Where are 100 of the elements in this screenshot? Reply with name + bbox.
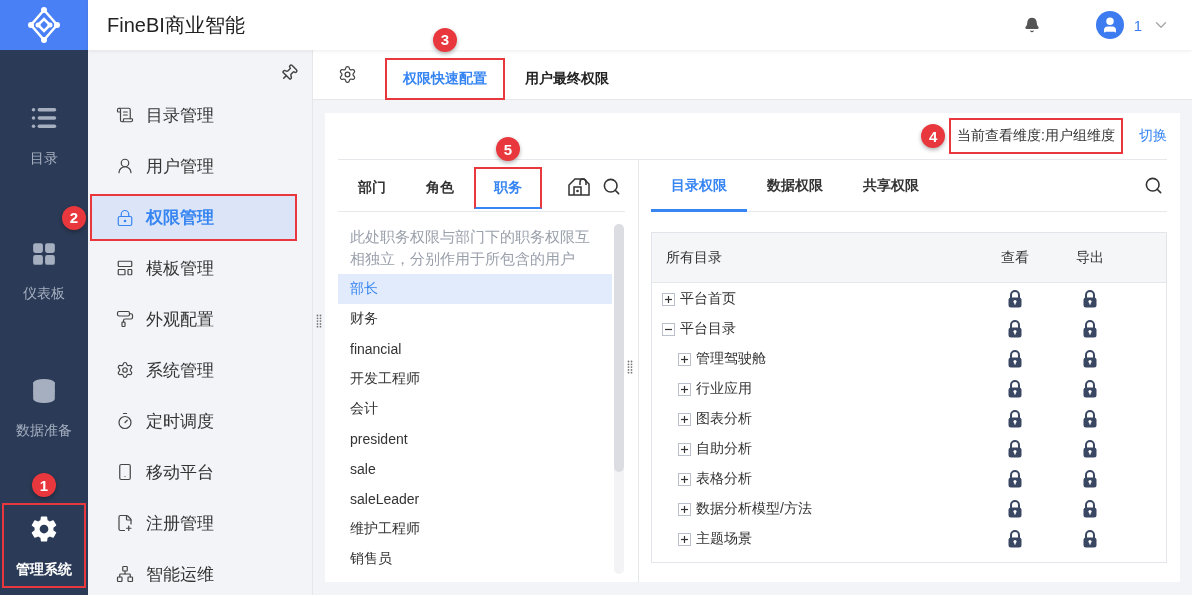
tree-row[interactable]: 自助分析 <box>652 434 1166 464</box>
tree-row[interactable]: 数据分析模型/方法 <box>652 494 1166 524</box>
menu-item[interactable]: 系统管理 <box>90 350 297 390</box>
tree-row[interactable]: 管理驾驶舱 <box>652 344 1166 374</box>
tree-row[interactable]: 平台目录 <box>652 314 1166 344</box>
lock-icon[interactable] <box>1007 440 1022 458</box>
menu-item[interactable]: 定时调度 <box>90 401 297 441</box>
lock-icon[interactable] <box>1007 410 1022 428</box>
folder-name: 自助分析 <box>696 440 752 458</box>
annotation-marker: 4 <box>921 124 946 148</box>
expand-icon[interactable] <box>678 472 691 486</box>
menu-item[interactable]: 注册管理 <box>90 503 297 543</box>
network-icon <box>116 565 134 583</box>
house-lock-icon[interactable] <box>568 176 590 196</box>
menu-item[interactable]: 目录管理 <box>90 95 297 135</box>
list-item[interactable]: 财务 <box>338 304 612 334</box>
lock-icon[interactable] <box>1082 320 1097 338</box>
lock-icon[interactable] <box>1082 500 1097 518</box>
expand-icon[interactable] <box>678 532 691 546</box>
lock-icon[interactable] <box>1082 410 1097 428</box>
lock-icon[interactable] <box>1082 470 1097 488</box>
tree-row[interactable]: 平台首页 <box>652 284 1166 314</box>
timer-icon <box>116 412 134 430</box>
list-item[interactable]: 会计 <box>338 394 612 424</box>
avatar[interactable] <box>1095 11 1124 39</box>
lock-icon[interactable] <box>1082 290 1097 308</box>
tree-row[interactable]: 主题场景 <box>652 524 1166 554</box>
list-item[interactable]: 开发工程师 <box>338 364 612 394</box>
collapse-icon[interactable] <box>662 322 675 336</box>
lock-icon[interactable] <box>1007 320 1022 338</box>
list-item[interactable]: 维护工程师 <box>338 514 612 544</box>
expand-icon[interactable] <box>678 382 691 396</box>
expand-icon[interactable] <box>662 292 675 306</box>
annotation-marker: 1 <box>32 473 56 497</box>
group-tab[interactable]: 角色 <box>406 167 474 209</box>
folder-name: 图表分析 <box>696 410 752 428</box>
info-text: 此处职务权限与部门下的职务权限互相独立，分别作用于所包含的用户 <box>349 227 591 269</box>
folder-name: 表格分析 <box>696 470 752 488</box>
switch-link[interactable]: 切换 <box>1139 127 1167 145</box>
menu-item[interactable]: 智能运维 <box>90 554 297 594</box>
menu-item[interactable]: 移动平台 <box>90 452 297 492</box>
template-icon <box>116 259 134 277</box>
folder-name: 管理驾驶舱 <box>696 350 766 368</box>
scrollbar[interactable] <box>614 224 624 574</box>
folder-name: 行业应用 <box>696 380 752 398</box>
rail-item[interactable]: 目录 <box>2 92 86 177</box>
permission-tab[interactable]: 共享权限 <box>843 160 939 212</box>
grid-icon <box>31 241 57 267</box>
list-item[interactable]: 销售员 <box>338 544 612 574</box>
column-header: 导出 <box>1074 248 1105 267</box>
app-title: FineBI商业智能 <box>107 12 245 38</box>
lock-icon[interactable] <box>1082 440 1097 458</box>
lock-icon[interactable] <box>1082 380 1097 398</box>
list-item[interactable]: sale <box>338 454 612 484</box>
bell-icon[interactable] <box>1023 17 1040 33</box>
group-tab[interactable]: 部门 <box>338 167 406 209</box>
settings-icon <box>116 361 134 379</box>
lock-icon[interactable] <box>1007 350 1022 368</box>
expand-icon[interactable] <box>678 442 691 456</box>
folder-name: 平台首页 <box>680 290 736 308</box>
expand-icon[interactable] <box>678 502 691 516</box>
page-tab[interactable]: 用户最终权限 <box>507 57 627 100</box>
menu-item[interactable]: 用户管理 <box>90 146 297 186</box>
add-document-icon <box>116 514 134 532</box>
annotation-marker: 5 <box>496 137 520 161</box>
list-item[interactable]: financial <box>338 334 612 364</box>
menu-item[interactable]: 模板管理 <box>90 248 297 288</box>
list-item[interactable]: saleLeader <box>338 484 612 514</box>
database-icon <box>31 378 57 404</box>
rail-item[interactable]: 数据准备 <box>2 366 86 451</box>
user-icon <box>116 157 134 175</box>
drag-handle-icon[interactable] <box>627 360 633 374</box>
lock-icon[interactable] <box>1082 530 1097 548</box>
lock-icon[interactable] <box>1007 290 1022 308</box>
settings-icon[interactable] <box>338 65 357 84</box>
tree-row[interactable]: 图表分析 <box>652 404 1166 434</box>
gear-icon <box>30 515 58 543</box>
menu-item[interactable]: 外观配置 <box>90 299 297 339</box>
lock-icon[interactable] <box>1007 470 1022 488</box>
expand-icon[interactable] <box>678 352 691 366</box>
list-item[interactable]: president <box>338 424 612 454</box>
search-icon[interactable] <box>1144 175 1163 195</box>
folder-name: 数据分析模型/方法 <box>696 500 812 518</box>
permission-tab[interactable]: 数据权限 <box>747 160 843 212</box>
column-header: 所有目录 <box>665 248 723 267</box>
lock-icon[interactable] <box>1007 380 1022 398</box>
lock-icon[interactable] <box>1007 500 1022 518</box>
search-icon[interactable] <box>602 176 621 196</box>
lock-icon <box>116 208 134 227</box>
permission-tab[interactable]: 目录权限 <box>651 160 747 212</box>
tree-row[interactable]: 表格分析 <box>652 464 1166 494</box>
expand-icon[interactable] <box>678 412 691 426</box>
logo[interactable] <box>0 0 88 50</box>
folder-name: 平台目录 <box>680 320 736 338</box>
tree-row[interactable]: 行业应用 <box>652 374 1166 404</box>
document-icon <box>116 106 134 124</box>
column-header: 查看 <box>999 248 1030 267</box>
lock-icon[interactable] <box>1007 530 1022 548</box>
lock-icon[interactable] <box>1082 350 1097 368</box>
user-name[interactable]: 1 <box>1133 16 1142 34</box>
